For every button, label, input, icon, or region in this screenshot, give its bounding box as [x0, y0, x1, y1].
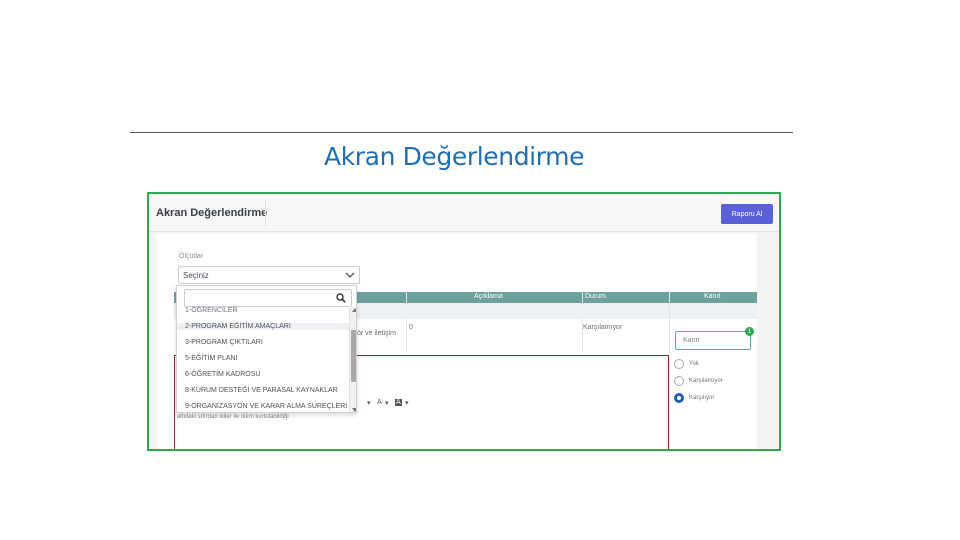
column-header-kanit: Kanıt: [704, 293, 721, 300]
search-icon: [336, 293, 346, 303]
row-aciklama: 0: [409, 324, 413, 331]
scroll-up-icon[interactable]: [352, 308, 356, 312]
dropdown-option[interactable]: 6-ÖĞRETİM KADROSU: [185, 371, 260, 378]
divider-line: [130, 132, 793, 133]
scrollbar-thumb[interactable]: [351, 330, 356, 382]
radio-label: Yok: [689, 361, 699, 367]
editor-content: altıdaki sıfırdan ikiler ile ıklım kurtu…: [177, 414, 289, 420]
dropdown-caret-icon[interactable]: ▾: [385, 399, 389, 407]
column-separator: [406, 292, 407, 303]
criteria-select-value: Seçiniz: [183, 271, 209, 280]
evidence-count-badge: 1: [745, 327, 754, 336]
column-header-aciklama: Açıklama: [474, 293, 503, 300]
dropdown-option[interactable]: 8-KURUM DESTEĞİ VE PARASAL KAYNAKLAR: [185, 387, 338, 394]
column-separator: [669, 292, 670, 303]
dropdown-option[interactable]: 9-ORGANİZASYON VE KARAR ALMA SÜREÇLERİ: [185, 403, 347, 410]
column-line: [669, 303, 670, 449]
chevron-down-icon: [345, 272, 355, 278]
radio-label: Karşılamıyor: [689, 378, 723, 384]
app-header: Akran Değerlendirme Raporu Al: [149, 194, 779, 232]
dropdown-option[interactable]: 2-PROGRAM EĞİTİM AMAÇLARI: [177, 323, 349, 330]
header-divider: [265, 200, 266, 226]
dropdown-caret-icon[interactable]: ▾: [367, 399, 371, 407]
radio-option-karsiliyor[interactable]: Karşılıyor: [674, 393, 714, 403]
slide: Akran Değerlendirme Akran Değerlendirme …: [0, 0, 960, 540]
dropdown-option[interactable]: 5-EĞİTİM PLANI: [185, 355, 238, 362]
dropdown-search-input[interactable]: [184, 289, 352, 307]
dropdown-caret-icon[interactable]: ▾: [405, 399, 409, 407]
column-line: [406, 319, 407, 351]
radio-option-yok[interactable]: Yok: [674, 359, 699, 369]
radio-button-selected[interactable]: [674, 393, 684, 403]
column-separator: [582, 292, 583, 303]
row-description: ör ve iletişim: [357, 330, 396, 337]
row-durum: Karşılamıyor: [583, 324, 623, 331]
dropdown-scrollbar[interactable]: [349, 306, 356, 412]
radio-option-karsilamiyor[interactable]: Karşılamıyor: [674, 376, 723, 386]
criteria-label: Ölçütlar: [179, 253, 204, 260]
dropdown-list: 1-ÖĞRENCİLER 2-PROGRAM EĞİTİM AMAÇLARI 3…: [177, 306, 349, 412]
column-header-durum: Durum: [585, 293, 607, 300]
dropdown-option[interactable]: 1-ÖĞRENCİLER: [185, 307, 238, 314]
background-color-icon[interactable]: A: [395, 399, 402, 406]
criteria-select[interactable]: Seçiniz: [178, 266, 360, 284]
slide-title: Akran Değerlendirme: [324, 142, 585, 171]
radio-button[interactable]: [674, 376, 684, 386]
radio-button[interactable]: [674, 359, 684, 369]
evidence-placeholder: Kanıt: [683, 337, 700, 344]
page-title: Akran Değerlendirme: [156, 207, 268, 219]
font-color-icon[interactable]: A: [377, 399, 382, 406]
dropdown-option[interactable]: 3-PROGRAM ÇIKTILARI: [185, 339, 263, 346]
scroll-down-icon[interactable]: [352, 408, 356, 412]
evidence-input[interactable]: Kanıt: [675, 331, 751, 350]
radio-label: Karşılıyor: [689, 395, 715, 401]
report-button[interactable]: Raporu Al: [721, 204, 773, 224]
criteria-dropdown: 1-ÖĞRENCİLER 2-PROGRAM EĞİTİM AMAÇLARI 3…: [176, 285, 357, 413]
